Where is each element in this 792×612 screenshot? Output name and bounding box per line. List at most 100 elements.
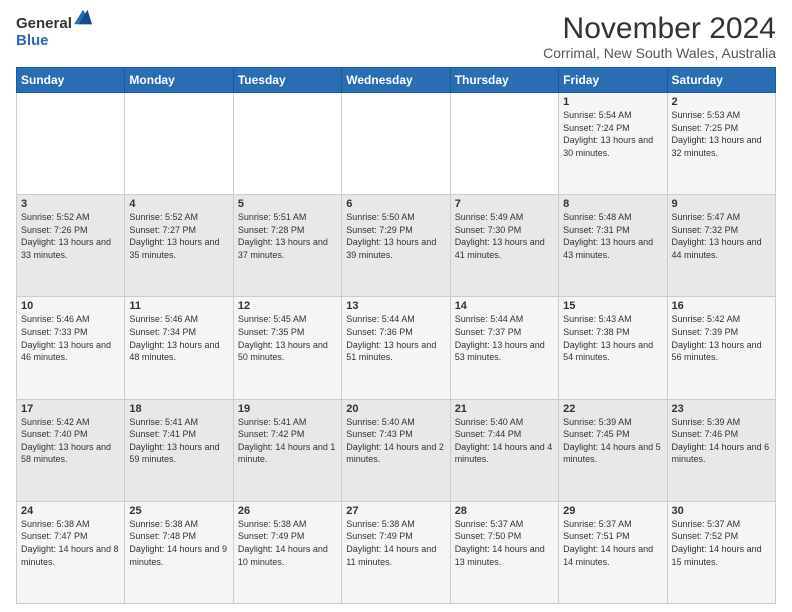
calendar-cell: 4Sunrise: 5:52 AM Sunset: 7:27 PM Daylig… [125,195,233,297]
day-header-friday: Friday [559,68,667,93]
day-info: Sunrise: 5:49 AM Sunset: 7:30 PM Dayligh… [455,211,554,261]
calendar-cell [233,93,341,195]
calendar-cell: 22Sunrise: 5:39 AM Sunset: 7:45 PM Dayli… [559,399,667,501]
day-info: Sunrise: 5:38 AM Sunset: 7:49 PM Dayligh… [238,518,337,568]
calendar-cell: 12Sunrise: 5:45 AM Sunset: 7:35 PM Dayli… [233,297,341,399]
day-info: Sunrise: 5:53 AM Sunset: 7:25 PM Dayligh… [672,109,771,159]
calendar-cell [342,93,450,195]
calendar-cell [450,93,558,195]
calendar-cell: 10Sunrise: 5:46 AM Sunset: 7:33 PM Dayli… [17,297,125,399]
day-info: Sunrise: 5:40 AM Sunset: 7:44 PM Dayligh… [455,416,554,466]
calendar-cell: 14Sunrise: 5:44 AM Sunset: 7:37 PM Dayli… [450,297,558,399]
day-info: Sunrise: 5:38 AM Sunset: 7:49 PM Dayligh… [346,518,445,568]
day-number: 8 [563,198,662,210]
calendar-cell: 9Sunrise: 5:47 AM Sunset: 7:32 PM Daylig… [667,195,775,297]
day-number: 20 [346,403,445,415]
day-info: Sunrise: 5:46 AM Sunset: 7:33 PM Dayligh… [21,313,120,363]
day-info: Sunrise: 5:42 AM Sunset: 7:39 PM Dayligh… [672,313,771,363]
calendar-cell: 29Sunrise: 5:37 AM Sunset: 7:51 PM Dayli… [559,501,667,603]
calendar-cell: 11Sunrise: 5:46 AM Sunset: 7:34 PM Dayli… [125,297,233,399]
calendar-cell: 23Sunrise: 5:39 AM Sunset: 7:46 PM Dayli… [667,399,775,501]
day-info: Sunrise: 5:39 AM Sunset: 7:45 PM Dayligh… [563,416,662,466]
day-info: Sunrise: 5:38 AM Sunset: 7:48 PM Dayligh… [129,518,228,568]
calendar-cell: 26Sunrise: 5:38 AM Sunset: 7:49 PM Dayli… [233,501,341,603]
day-number: 12 [238,300,337,312]
day-info: Sunrise: 5:45 AM Sunset: 7:35 PM Dayligh… [238,313,337,363]
day-number: 10 [21,300,120,312]
day-header-sunday: Sunday [17,68,125,93]
day-info: Sunrise: 5:39 AM Sunset: 7:46 PM Dayligh… [672,416,771,466]
day-number: 21 [455,403,554,415]
day-info: Sunrise: 5:44 AM Sunset: 7:37 PM Dayligh… [455,313,554,363]
day-number: 22 [563,403,662,415]
day-header-saturday: Saturday [667,68,775,93]
day-number: 5 [238,198,337,210]
day-number: 28 [455,505,554,517]
calendar-cell: 20Sunrise: 5:40 AM Sunset: 7:43 PM Dayli… [342,399,450,501]
header-row: SundayMondayTuesdayWednesdayThursdayFrid… [17,68,776,93]
calendar-cell: 19Sunrise: 5:41 AM Sunset: 7:42 PM Dayli… [233,399,341,501]
day-number: 3 [21,198,120,210]
week-row-3: 17Sunrise: 5:42 AM Sunset: 7:40 PM Dayli… [17,399,776,501]
calendar-cell: 24Sunrise: 5:38 AM Sunset: 7:47 PM Dayli… [17,501,125,603]
day-info: Sunrise: 5:47 AM Sunset: 7:32 PM Dayligh… [672,211,771,261]
calendar-cell: 8Sunrise: 5:48 AM Sunset: 7:31 PM Daylig… [559,195,667,297]
day-info: Sunrise: 5:37 AM Sunset: 7:51 PM Dayligh… [563,518,662,568]
day-info: Sunrise: 5:37 AM Sunset: 7:52 PM Dayligh… [672,518,771,568]
header: General Blue November 2024 Corrimal, New… [16,12,776,61]
calendar-cell: 30Sunrise: 5:37 AM Sunset: 7:52 PM Dayli… [667,501,775,603]
day-number: 15 [563,300,662,312]
calendar-cell: 2Sunrise: 5:53 AM Sunset: 7:25 PM Daylig… [667,93,775,195]
day-number: 27 [346,505,445,517]
day-number: 29 [563,505,662,517]
day-number: 13 [346,300,445,312]
week-row-0: 1Sunrise: 5:54 AM Sunset: 7:24 PM Daylig… [17,93,776,195]
calendar-cell: 13Sunrise: 5:44 AM Sunset: 7:36 PM Dayli… [342,297,450,399]
day-number: 2 [672,96,771,108]
calendar-cell: 1Sunrise: 5:54 AM Sunset: 7:24 PM Daylig… [559,93,667,195]
day-number: 18 [129,403,228,415]
day-number: 9 [672,198,771,210]
day-info: Sunrise: 5:38 AM Sunset: 7:47 PM Dayligh… [21,518,120,568]
day-number: 6 [346,198,445,210]
calendar-cell: 28Sunrise: 5:37 AM Sunset: 7:50 PM Dayli… [450,501,558,603]
day-number: 30 [672,505,771,517]
calendar-cell: 5Sunrise: 5:51 AM Sunset: 7:28 PM Daylig… [233,195,341,297]
logo-icon [74,8,92,26]
week-row-1: 3Sunrise: 5:52 AM Sunset: 7:26 PM Daylig… [17,195,776,297]
calendar-cell: 16Sunrise: 5:42 AM Sunset: 7:39 PM Dayli… [667,297,775,399]
calendar-cell: 21Sunrise: 5:40 AM Sunset: 7:44 PM Dayli… [450,399,558,501]
logo: General Blue [16,16,72,49]
day-number: 1 [563,96,662,108]
day-info: Sunrise: 5:41 AM Sunset: 7:41 PM Dayligh… [129,416,228,466]
day-number: 14 [455,300,554,312]
day-info: Sunrise: 5:40 AM Sunset: 7:43 PM Dayligh… [346,416,445,466]
day-info: Sunrise: 5:52 AM Sunset: 7:26 PM Dayligh… [21,211,120,261]
day-info: Sunrise: 5:41 AM Sunset: 7:42 PM Dayligh… [238,416,337,466]
calendar-cell: 6Sunrise: 5:50 AM Sunset: 7:29 PM Daylig… [342,195,450,297]
calendar-table: SundayMondayTuesdayWednesdayThursdayFrid… [16,67,776,604]
location: Corrimal, New South Wales, Australia [543,45,776,61]
day-number: 11 [129,300,228,312]
day-header-thursday: Thursday [450,68,558,93]
calendar-cell: 3Sunrise: 5:52 AM Sunset: 7:26 PM Daylig… [17,195,125,297]
day-info: Sunrise: 5:51 AM Sunset: 7:28 PM Dayligh… [238,211,337,261]
day-header-tuesday: Tuesday [233,68,341,93]
title-block: November 2024 Corrimal, New South Wales,… [543,12,776,61]
day-info: Sunrise: 5:52 AM Sunset: 7:27 PM Dayligh… [129,211,228,261]
day-info: Sunrise: 5:50 AM Sunset: 7:29 PM Dayligh… [346,211,445,261]
day-number: 25 [129,505,228,517]
day-number: 16 [672,300,771,312]
calendar-cell: 17Sunrise: 5:42 AM Sunset: 7:40 PM Dayli… [17,399,125,501]
day-info: Sunrise: 5:43 AM Sunset: 7:38 PM Dayligh… [563,313,662,363]
day-info: Sunrise: 5:37 AM Sunset: 7:50 PM Dayligh… [455,518,554,568]
logo-blue: Blue [16,33,72,50]
day-number: 17 [21,403,120,415]
day-number: 7 [455,198,554,210]
week-row-4: 24Sunrise: 5:38 AM Sunset: 7:47 PM Dayli… [17,501,776,603]
day-info: Sunrise: 5:42 AM Sunset: 7:40 PM Dayligh… [21,416,120,466]
calendar-cell [17,93,125,195]
day-header-wednesday: Wednesday [342,68,450,93]
month-title: November 2024 [543,12,776,45]
calendar-cell: 25Sunrise: 5:38 AM Sunset: 7:48 PM Dayli… [125,501,233,603]
